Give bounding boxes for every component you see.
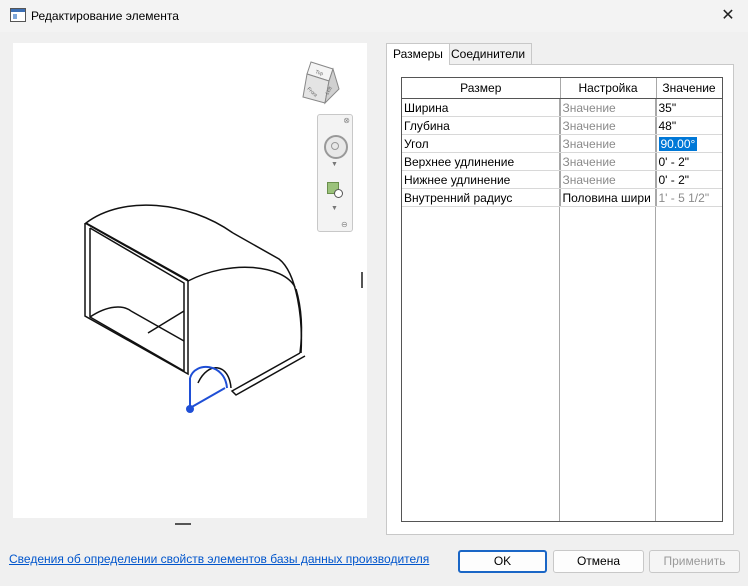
value-cell[interactable]: 35" xyxy=(656,98,722,117)
setting-cell[interactable]: Значение xyxy=(560,170,657,189)
steering-wheel-icon[interactable] xyxy=(324,135,348,159)
viewport-scroll-area xyxy=(13,518,367,530)
navbar-close-icon[interactable]: ⊗ xyxy=(343,116,350,125)
ok-button[interactable]: OK xyxy=(458,550,547,573)
table-row[interactable]: Внутренний радиус Половина шири 1' - 5 1… xyxy=(402,188,722,207)
setting-cell[interactable]: Значение xyxy=(560,134,657,153)
size-name-cell: Угол xyxy=(402,134,561,153)
setting-cell[interactable]: Значение xyxy=(560,152,657,171)
setting-cell[interactable]: Значение xyxy=(560,98,657,117)
size-name-cell: Внутренний радиус xyxy=(402,188,561,207)
value-cell[interactable]: 48" xyxy=(656,116,722,135)
angle-grip-highlight xyxy=(189,365,228,409)
title-bar: Редактирование элемента ✕ xyxy=(0,0,748,32)
apply-button[interactable]: Применить xyxy=(649,550,740,573)
selected-value-text[interactable]: 90.00° xyxy=(658,136,698,151)
column-header-value[interactable]: Значение xyxy=(656,78,722,99)
table-row[interactable]: Ширина Значение 35" xyxy=(402,98,722,117)
cancel-button[interactable]: Отмена xyxy=(553,550,644,573)
value-cell[interactable]: 0' - 2" xyxy=(656,152,722,171)
duct-fitting-model xyxy=(84,204,306,396)
chevron-down-icon[interactable]: ▼ xyxy=(331,205,338,212)
value-cell[interactable]: 1' - 5 1/2" xyxy=(656,188,722,207)
sizes-tab-panel: Размер Настройка Значение Ширина Значени… xyxy=(386,64,734,535)
fitting-model-drawing[interactable]: Top Front Left xyxy=(13,43,367,518)
value-cell-selected[interactable]: 90.00° xyxy=(656,134,722,153)
dimensions-table: Размер Настройка Значение Ширина Значени… xyxy=(402,78,722,207)
setting-cell[interactable]: Половина шири xyxy=(560,188,657,207)
table-row[interactable]: Верхнее удлинение Значение 0' - 2" xyxy=(402,152,722,171)
size-name-cell: Нижнее удлинение xyxy=(402,170,561,189)
tab-connectors[interactable]: Соединители xyxy=(444,43,533,64)
3d-preview-viewport[interactable]: Top Front Left xyxy=(13,43,367,530)
close-icon[interactable]: ✕ xyxy=(708,0,748,32)
column-header-setting[interactable]: Настройка xyxy=(560,78,657,99)
table-row[interactable]: Нижнее удлинение Значение 0' - 2" xyxy=(402,170,722,189)
viewcube-icon: Top Front Left xyxy=(302,61,340,105)
table-row[interactable]: Угол Значение 90.00° xyxy=(402,134,722,153)
value-cell[interactable]: 0' - 2" xyxy=(656,170,722,189)
size-name-cell: Глубина xyxy=(402,116,561,135)
window-title: Редактирование элемента xyxy=(31,9,179,23)
options-icon[interactable]: ⊖ xyxy=(341,220,348,229)
zoom-icon[interactable] xyxy=(327,182,343,198)
app-window-icon xyxy=(10,8,26,22)
size-name-cell: Верхнее удлинение xyxy=(402,152,561,171)
manufacturer-info-link[interactable]: Сведения об определении свойств элементо… xyxy=(9,552,429,566)
tab-sizes[interactable]: Размеры xyxy=(386,43,450,65)
size-name-cell: Ширина xyxy=(402,98,561,117)
grip-handle[interactable] xyxy=(186,405,194,413)
column-header-size[interactable]: Размер xyxy=(402,78,561,99)
setting-cell[interactable]: Значение xyxy=(560,116,657,135)
splitter-handle[interactable] xyxy=(361,272,363,288)
table-row[interactable]: Глубина Значение 48" xyxy=(402,116,722,135)
horizontal-resize-handle[interactable] xyxy=(175,523,191,525)
grid-header-row: Размер Настройка Значение xyxy=(402,78,722,99)
chevron-down-icon[interactable]: ▼ xyxy=(331,161,338,168)
navigation-bar[interactable]: ⊗ ▼ ▼ ⊖ xyxy=(317,114,353,232)
dimensions-grid: Размер Настройка Значение Ширина Значени… xyxy=(401,77,723,522)
